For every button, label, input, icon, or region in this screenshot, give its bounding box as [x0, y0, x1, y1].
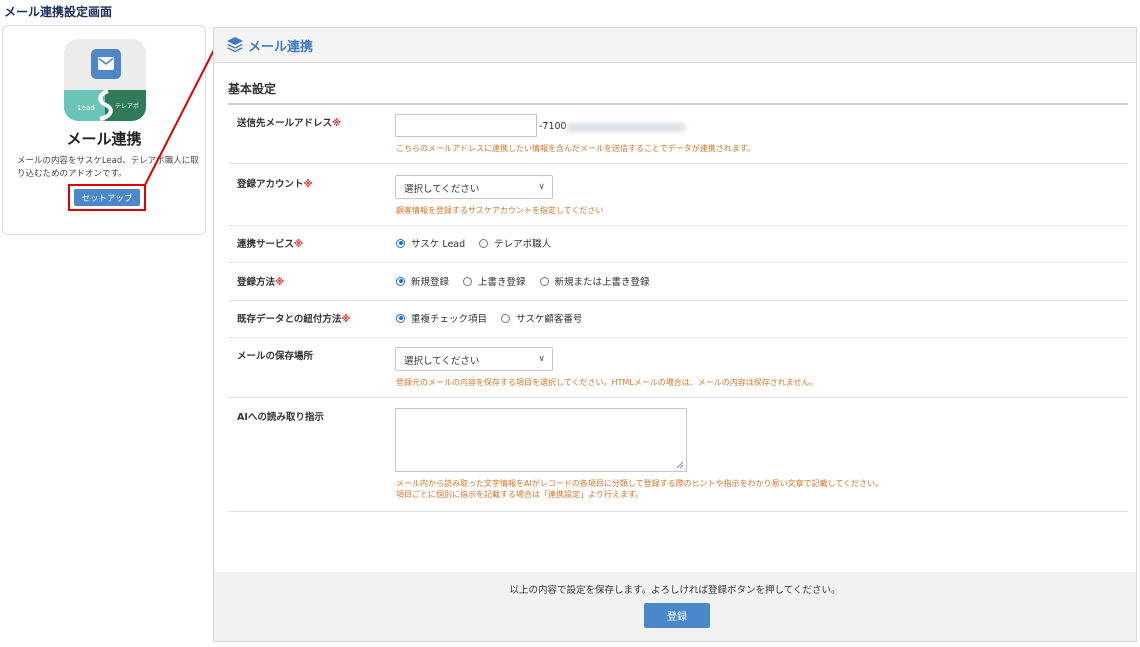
chevron-down-icon: ∨ [538, 354, 545, 364]
method-option-new[interactable]: 新規登録 [396, 274, 449, 288]
swoosh-icon [98, 89, 113, 121]
link-option-customer-number[interactable]: サスケ顧客番号 [501, 311, 582, 325]
link-option-duplicate-check[interactable]: 重複チェック項目 [396, 311, 487, 325]
ai-hint-line2: 項目ごとに個別に指示を記載する場合は「連携設定」より行えます。 [396, 490, 644, 499]
email-hint: こちらのメールアドレスに連携したい情報を含んだメールを送信することでデータが連携… [396, 144, 755, 153]
account-hint: 顧客情報を登録するサスケアカウントを指定してください [396, 206, 604, 215]
addon-app-icon: Lead テレアポ [64, 39, 146, 121]
storage-select[interactable]: 選択してください ∨ [395, 347, 553, 371]
addon-card: Lead テレアポ メール連携 メールの内容をサスケLead、テレアポ職人に取り… [2, 25, 206, 235]
email-input[interactable] [395, 114, 537, 137]
storage-label: メールの保存場所 [237, 351, 314, 362]
panel-title: メール連携 [248, 40, 314, 55]
account-label: 登録アカウント※ [237, 179, 313, 190]
setup-highlight-box: セットアップ [68, 184, 146, 211]
method-radio-group: 新規登録 上書き登録 新規または上書き登録 [396, 274, 664, 288]
ai-label: AIへの読み取り指示 [237, 412, 324, 423]
panel-header: メール連携 [214, 28, 1136, 63]
page-heading: メール連携設定画面 [4, 5, 113, 19]
account-select[interactable]: 選択してください ∨ [395, 175, 553, 199]
footer-note: 以上の内容で設定を保存します。よろしければ登録ボタンを押してください。 [509, 585, 841, 596]
email-suffix: -7100 [539, 121, 567, 132]
ai-hint-line1: メール内から読み取った文字情報をAIがレコードの各項目に分類して登録する際のヒン… [396, 479, 884, 488]
register-button[interactable]: 登録 [644, 603, 710, 628]
mail-icon [91, 49, 121, 79]
service-radio-group: サスケ Lead テレアポ職人 [396, 236, 565, 250]
ai-instruction-textarea[interactable] [395, 408, 687, 472]
chevron-down-icon: ∨ [538, 182, 545, 192]
section-divider [228, 103, 1128, 105]
service-label: 連携サービス※ [237, 239, 304, 250]
setup-button[interactable]: セットアップ [74, 189, 140, 206]
icon-label-teleapo: テレアポ [115, 103, 140, 110]
radio-unselected-icon [463, 276, 473, 286]
method-label: 登録方法※ [237, 277, 285, 288]
radio-unselected-icon [479, 238, 489, 248]
redacted-address [566, 123, 686, 132]
method-option-overwrite[interactable]: 上書き登録 [463, 274, 526, 288]
resize-grip-icon[interactable] [676, 461, 684, 469]
radio-unselected-icon [539, 276, 549, 286]
radio-unselected-icon [501, 313, 511, 323]
link-radio-group: 重複チェック項目 サスケ顧客番号 [396, 311, 596, 325]
link-label: 既存データとの紐付方法※ [237, 314, 351, 325]
method-option-new-or-overwrite[interactable]: 新規または上書き登録 [539, 274, 650, 288]
radio-selected-icon [396, 313, 405, 323]
radio-selected-icon [396, 238, 405, 248]
email-label: 送信先メールアドレス※ [237, 118, 342, 129]
icon-label-lead: Lead [78, 104, 95, 112]
form-footer: 以上の内容で設定を保存します。よろしければ登録ボタンを押してください。 登録 [214, 572, 1136, 641]
radio-selected-icon [396, 276, 405, 286]
addon-title: メール連携 [66, 130, 142, 148]
settings-panel: メール連携 基本設定 送信先メールアドレス※ -7100 こちらのメールアドレス… [213, 27, 1137, 642]
service-option-lead[interactable]: サスケ Lead [396, 236, 465, 250]
service-option-teleapo[interactable]: テレアポ職人 [479, 236, 551, 250]
storage-hint: 登録元のメールの内容を保存する項目を選択してください。HTMLメールの場合は、メ… [396, 378, 818, 387]
section-title: 基本設定 [228, 82, 277, 96]
addon-description: メールの内容をサスケLead、テレアポ職人に取り込むためのアドオンです。 [17, 156, 199, 179]
layers-icon [227, 37, 243, 53]
